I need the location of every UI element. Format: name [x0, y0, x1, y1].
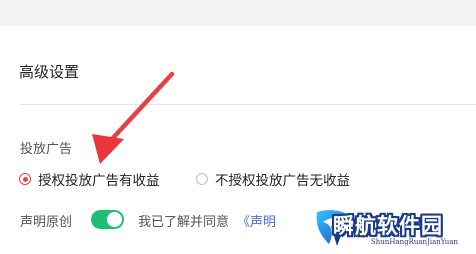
radio-checked-icon[interactable]: [19, 173, 31, 185]
top-band: [0, 0, 476, 26]
ad-setting-label: 投放广告: [20, 142, 73, 157]
radio-authorize-ads[interactable]: 授权投放广告有收益: [19, 168, 160, 190]
watermark-title: 瞬航软件园: [333, 214, 443, 238]
agreement-link[interactable]: 《声明: [237, 211, 276, 230]
radio-no-ads-label: 不授权投放广告无收益: [215, 173, 350, 189]
section-title: 高级设置: [19, 63, 80, 81]
watermark-subtitle: ShunHangRuanJianYuan: [371, 238, 458, 246]
toggle-knob: [107, 212, 122, 227]
declare-original-toggle[interactable]: [91, 210, 124, 229]
divider: [19, 104, 476, 105]
watermark: 瞬航软件园 ShunHangRuanJianYuan: [313, 204, 476, 254]
agree-text: 我已了解并同意: [138, 215, 230, 230]
radio-no-ads[interactable]: 不授权投放广告无收益: [196, 168, 350, 190]
radio-authorize-ads-label: 授权投放广告有收益: [38, 173, 160, 189]
declare-original-label: 声明原创: [20, 215, 73, 230]
radio-unchecked-icon[interactable]: [196, 173, 208, 185]
